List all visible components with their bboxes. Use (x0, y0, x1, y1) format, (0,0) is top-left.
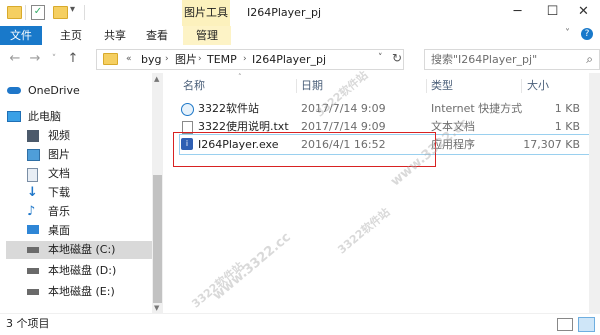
nav-item-pictures[interactable]: 图片 (18, 146, 153, 164)
column-header-size[interactable]: 大小 (527, 76, 549, 96)
nav-item-onedrive[interactable]: OneDrive (6, 82, 141, 100)
search-box: ⌕ (424, 49, 600, 70)
column-header-name[interactable]: 名称 (183, 76, 205, 96)
tab-manage[interactable]: 管理 (183, 26, 231, 45)
desktop-icon (27, 225, 39, 234)
chevron-right-icon[interactable]: › (243, 49, 247, 70)
details-view-icon[interactable] (557, 318, 573, 331)
column-header-date[interactable]: 日期 (301, 76, 323, 96)
tab-file[interactable]: 文件 (0, 26, 42, 45)
column-divider[interactable] (521, 79, 522, 93)
tab-view[interactable]: 查看 (138, 26, 176, 45)
nav-item-drive-d[interactable]: 本地磁盘 (D:) (18, 262, 153, 280)
breadcrumb-byg[interactable]: byg (141, 49, 161, 70)
music-icon: ♪ (27, 204, 36, 219)
chevron-right-icon[interactable]: › (198, 49, 202, 70)
video-icon (27, 130, 39, 142)
download-icon: ↓ (27, 185, 38, 200)
column-divider[interactable] (426, 79, 427, 93)
watermark: www.3322.cc (210, 229, 294, 304)
drive-icon (27, 247, 39, 253)
divider (84, 5, 85, 20)
picture-icon (27, 149, 40, 161)
nav-item-desktop[interactable]: 桌面 (18, 222, 153, 240)
tab-home[interactable]: 主页 (52, 26, 90, 45)
properties-icon[interactable]: ✓ (31, 5, 45, 20)
address-dropdown-icon[interactable]: ˅ (378, 53, 383, 63)
content-scrollbar[interactable] (589, 73, 600, 313)
address-overflow-icon[interactable]: « (126, 49, 132, 70)
customize-quick-access-icon[interactable]: ▾ (70, 4, 75, 15)
status-bar (0, 313, 600, 335)
column-header-type[interactable]: 类型 (431, 76, 453, 96)
document-icon (27, 168, 38, 182)
drive-icon (27, 268, 39, 274)
scroll-down-icon[interactable]: ▼ (154, 304, 159, 312)
large-icons-view-icon[interactable] (578, 317, 595, 332)
nav-item-drive-c[interactable]: 本地磁盘 (C:) (6, 241, 152, 259)
breadcrumb-pictures[interactable]: 图片 (175, 49, 197, 70)
cloud-icon (7, 87, 21, 94)
scroll-up-icon[interactable]: ▲ (154, 75, 159, 83)
drive-icon (27, 289, 39, 295)
nav-item-this-pc[interactable]: 此电脑 (6, 108, 141, 126)
help-button[interactable]: ? (581, 28, 593, 40)
back-icon[interactable]: ← (6, 49, 24, 69)
nav-item-documents[interactable]: 文档 (18, 165, 153, 183)
breadcrumb-temp[interactable]: TEMP (207, 49, 237, 70)
internet-shortcut-icon (181, 103, 194, 116)
folder-icon (7, 6, 22, 19)
refresh-icon[interactable]: ↻ (392, 51, 402, 65)
watermark: 3322软件站 (335, 205, 393, 257)
nav-item-drive-e[interactable]: 本地磁盘 (E:) (18, 283, 153, 301)
nav-item-downloads[interactable]: ↓ 下载 (18, 184, 153, 202)
recent-locations-icon[interactable]: ˅ (45, 49, 63, 69)
nav-item-music[interactable]: ♪ 音乐 (18, 203, 153, 221)
up-icon[interactable]: ↑ (64, 49, 82, 69)
column-divider[interactable] (296, 79, 297, 93)
sort-ascending-icon: ˄ (238, 73, 242, 81)
chevron-right-icon[interactable]: › (165, 49, 169, 70)
divider (25, 5, 26, 20)
search-icon[interactable]: ⌕ (586, 52, 593, 67)
breadcrumb-current[interactable]: I264Player_pj (252, 49, 326, 70)
picture-tools-context-tab: 图片工具 (182, 0, 230, 26)
expand-ribbon-icon[interactable]: ˅ (565, 28, 570, 39)
forward-icon[interactable]: → (26, 49, 44, 69)
nav-item-videos[interactable]: 视频 (18, 127, 153, 145)
tab-share[interactable]: 共享 (96, 26, 134, 45)
computer-icon (7, 111, 21, 122)
search-input[interactable] (431, 50, 571, 69)
item-count: 3 个项目 (6, 317, 50, 330)
ribbon-tabs (0, 26, 600, 46)
maximize-button[interactable]: ☐ (535, 0, 570, 26)
new-folder-icon[interactable] (53, 6, 68, 19)
nav-scrollbar-thumb[interactable] (153, 175, 162, 303)
folder-icon (103, 53, 118, 65)
window-title: I264Player_pj (247, 6, 322, 19)
minimize-button[interactable]: ─ (500, 0, 535, 26)
close-button[interactable]: ✕ (566, 0, 600, 26)
annotation-highlight-box (173, 132, 436, 167)
file-row[interactable]: 3322软件站 2017/7/14 9:09 Internet 快捷方式 1 K… (178, 100, 590, 118)
